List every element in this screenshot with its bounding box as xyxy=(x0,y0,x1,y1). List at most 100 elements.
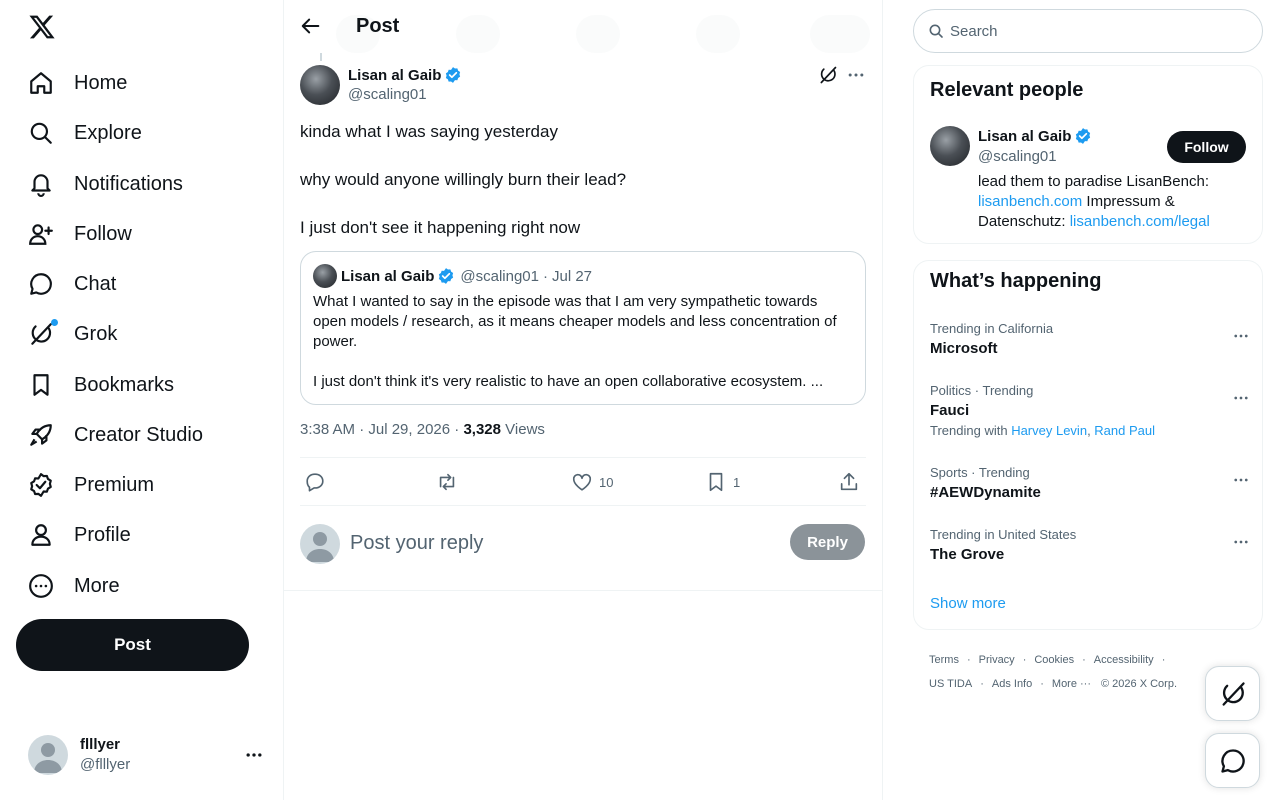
more-icon[interactable] xyxy=(846,65,866,85)
more-icon[interactable] xyxy=(244,745,264,765)
trend-item[interactable]: Trending in California Microsoft xyxy=(930,321,1250,359)
post-timestamp[interactable]: 3:38 AM · Jul 29, 2026 · xyxy=(300,421,459,438)
post-text: kinda what I was saying yesterday why wo… xyxy=(300,120,866,264)
quote-text: What I wanted to say in the episode was … xyxy=(313,292,853,392)
quote-author-name: Lisan al Gaib xyxy=(341,267,435,285)
trend-name: Microsoft xyxy=(930,340,998,357)
trend-related-link[interactable]: Harvey Levin xyxy=(1011,423,1087,438)
person-name[interactable]: Lisan al Gaib xyxy=(978,127,1092,145)
reply-icon xyxy=(306,473,324,492)
footer-link-terms[interactable]: Terms xyxy=(929,654,959,666)
trends-card: What’s happening Trending in California … xyxy=(913,260,1263,630)
author-handle: @scaling01 xyxy=(348,86,427,103)
grok-icon xyxy=(28,319,58,347)
trend-name: Fauci xyxy=(930,402,970,419)
nav-item-notifications[interactable]: Notifications xyxy=(28,162,183,206)
nav-item-profile[interactable]: Profile xyxy=(28,513,131,557)
show-more-link[interactable]: Show more xyxy=(930,595,1006,612)
author-name[interactable]: Lisan al Gaib xyxy=(348,66,462,84)
nav-label-more: More xyxy=(74,574,120,597)
account-switcher[interactable]: flllyer @flllyer xyxy=(28,734,268,776)
avatar[interactable] xyxy=(930,126,970,166)
x-logo-icon[interactable] xyxy=(28,13,56,41)
footer-link-privacy[interactable]: Privacy xyxy=(979,654,1015,666)
bookmark-action[interactable]: 1 xyxy=(705,471,740,493)
nav-item-premium[interactable]: Premium xyxy=(28,463,154,507)
trend-item[interactable]: Politics · Trending Fauci Trending with … xyxy=(930,383,1250,439)
main-column: Post Lisan al Gaib @scaling01 kinda what… xyxy=(283,0,883,800)
verified-icon xyxy=(437,267,455,285)
nav-label-home: Home xyxy=(74,71,128,94)
separator-dot: · xyxy=(966,654,971,666)
separator-dot: · xyxy=(1161,654,1166,666)
post-actions: 10 1 xyxy=(300,457,866,506)
reply-action[interactable] xyxy=(304,471,326,493)
card-title: Relevant people xyxy=(930,79,1084,101)
footer-link-more[interactable]: More ··· xyxy=(1052,678,1091,690)
reply-button[interactable]: Reply xyxy=(790,524,865,560)
nav-label-explore: Explore xyxy=(74,121,142,144)
trend-item[interactable]: Sports · Trending #AEWDynamite xyxy=(930,465,1250,503)
separator-dot: · xyxy=(1082,654,1086,666)
nav-item-home[interactable]: Home xyxy=(28,61,127,105)
nav-item-follow[interactable]: Follow xyxy=(28,212,132,256)
grok-icon[interactable] xyxy=(818,65,838,85)
repost-action[interactable] xyxy=(436,471,458,493)
follow-button[interactable]: Follow xyxy=(1167,131,1246,163)
more-icon[interactable] xyxy=(1232,389,1250,407)
views-label: Views xyxy=(505,421,545,438)
messages-floating-button[interactable] xyxy=(1205,733,1260,788)
post-text-line: kinda what I was saying yesterday xyxy=(300,122,558,141)
grok-floating-button[interactable] xyxy=(1205,666,1260,721)
nav-label-follow: Follow xyxy=(74,222,132,245)
share-action[interactable] xyxy=(838,471,860,493)
trend-with-label: Trending with xyxy=(930,423,1008,438)
nav-item-explore[interactable]: Explore xyxy=(28,111,142,155)
nav-label-premium: Premium xyxy=(74,473,155,496)
bio-link[interactable]: lisanbench.com xyxy=(978,193,1082,210)
nav-item-creator-studio[interactable]: Creator Studio xyxy=(28,413,203,457)
search-input[interactable] xyxy=(950,22,1240,40)
person-handle: @scaling01 xyxy=(978,148,1057,165)
trend-name: #AEWDynamite xyxy=(930,484,1041,501)
more-icon[interactable] xyxy=(1232,327,1250,345)
verified-icon xyxy=(444,66,462,84)
trend-related-link[interactable]: Rand Paul xyxy=(1094,423,1155,438)
quoted-post[interactable]: Lisan al Gaib @scaling01 · Jul 27 What I… xyxy=(300,251,866,405)
bio-link[interactable]: lisanbench.com/legal xyxy=(1070,213,1210,230)
quote-date: Jul 27 xyxy=(551,267,593,285)
back-arrow-icon[interactable] xyxy=(300,15,322,37)
trend-item[interactable]: Trending in United States The Grove xyxy=(930,527,1250,565)
nav-item-more[interactable]: More xyxy=(28,564,120,608)
search-box[interactable] xyxy=(913,9,1263,53)
faded-background xyxy=(576,15,620,53)
post-author: Lisan al Gaib @scaling01 xyxy=(300,65,866,107)
nav-label-notifications: Notifications xyxy=(74,172,183,195)
faded-background xyxy=(810,15,870,53)
more-icon[interactable] xyxy=(1232,471,1250,489)
like-action[interactable]: 10 xyxy=(571,471,613,493)
nav-item-bookmarks[interactable]: Bookmarks xyxy=(28,363,174,407)
nav-item-grok[interactable]: Grok xyxy=(28,312,117,356)
nav-item-chat[interactable]: Chat xyxy=(28,262,116,306)
left-sidebar: Home Explore Notifications Follow Chat G… xyxy=(0,0,283,800)
reply-input[interactable] xyxy=(350,528,770,558)
footer-link-us-tida[interactable]: US TIDA xyxy=(929,678,972,690)
more-icon[interactable] xyxy=(1232,533,1250,551)
rocket-icon xyxy=(28,422,54,448)
quote-text-line: What I wanted to say in the episode was … xyxy=(313,293,837,350)
footer-link-cookies[interactable]: Cookies xyxy=(1034,654,1074,666)
separator-dot: · xyxy=(980,678,984,690)
footer-link-accessibility[interactable]: Accessibility xyxy=(1094,654,1154,666)
avatar[interactable] xyxy=(300,65,340,105)
account-name: flllyer xyxy=(80,736,121,753)
separator-dot: · xyxy=(542,267,548,285)
footer-link-ads-info[interactable]: Ads Info xyxy=(992,678,1032,690)
trend-context: Trending in United States xyxy=(930,527,1077,542)
post-button[interactable]: Post xyxy=(16,619,249,671)
card-title: What’s happening xyxy=(930,270,1102,292)
bio-text: lead them to paradise LisanBench: xyxy=(978,173,1209,190)
faded-background xyxy=(456,15,500,53)
trend-name: The Grove xyxy=(930,546,1005,563)
add-person-icon xyxy=(28,221,54,247)
